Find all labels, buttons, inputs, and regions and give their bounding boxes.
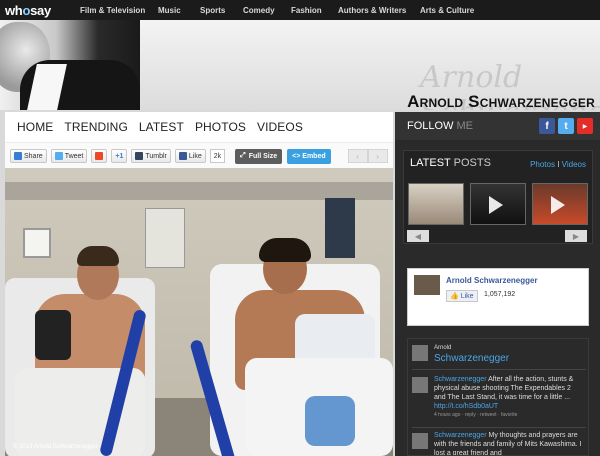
latest-title-bold: LATEST: [410, 157, 451, 169]
tweet-body: Schwarzenegger After all the action, stu…: [434, 375, 584, 420]
tweet-button[interactable]: Tweet: [50, 149, 88, 163]
facebook-like-box-button[interactable]: 👍 Like: [446, 290, 478, 302]
thumbs-up-icon: 👍: [450, 293, 459, 300]
category-nav: Film & Television Music Sports Comedy Fa…: [80, 6, 490, 15]
photo-hair-left: [77, 246, 119, 266]
nav-arts-culture[interactable]: Arts & Culture: [420, 6, 490, 15]
tab-home[interactable]: HOME: [17, 120, 53, 134]
tweet-meta: 4 hours ago · reply · retweet · favorite: [434, 412, 518, 418]
whosay-logo[interactable]: whosay: [0, 3, 80, 18]
main-photo[interactable]: © 2013 Arnold Schwarzenegger: [5, 168, 393, 456]
facebook-like-icon: [178, 152, 187, 160]
share-toolbar: Share Tweet +1 Tumblr Like 2k ⤢ Full Size…: [5, 142, 393, 170]
logo-text: wh: [5, 2, 23, 18]
fb-like-label: Like: [460, 292, 474, 300]
tumblr-button[interactable]: Tumblr: [131, 149, 171, 163]
nav-fashion[interactable]: Fashion: [291, 6, 338, 15]
tweet-handle[interactable]: Schwarzenegger: [434, 376, 487, 383]
logo-text-end: say: [30, 2, 51, 18]
like-label: Like: [188, 152, 202, 160]
tab-trending[interactable]: TRENDING: [64, 120, 127, 134]
facebook-page-name[interactable]: Arnold Schwarzenegger: [446, 276, 538, 285]
banner-name: Arnold Schwarzenegger: [407, 92, 595, 110]
share-icon: [14, 152, 22, 160]
follow-heading: FOLLOW ME: [407, 120, 473, 132]
play-icon: [551, 196, 565, 214]
twitter-icon[interactable]: t: [558, 118, 574, 134]
nav-film-television[interactable]: Film & Television: [80, 6, 158, 15]
tab-videos[interactable]: VIDEOS: [257, 120, 303, 134]
tumblr-label: Tumblr: [145, 152, 167, 160]
google-plus-label: +1: [115, 152, 124, 160]
latest-photos-link[interactable]: Photos: [530, 160, 555, 169]
latest-prev-button[interactable]: ◀: [407, 230, 429, 242]
twitter-name: Arnold: [434, 345, 452, 351]
photo-ice-pack: [305, 396, 355, 446]
tweet-body: Schwarzenegger My thoughts and prayers a…: [434, 431, 584, 455]
share-button[interactable]: Share: [10, 149, 47, 163]
twitter-handle[interactable]: Schwarzenegger: [434, 353, 509, 364]
facebook-like-box: Arnold Schwarzenegger 👍 Like 1,057,192: [407, 268, 589, 326]
photo-equipment: [145, 208, 185, 268]
photo-hair-right: [259, 238, 311, 262]
facebook-avatar[interactable]: [414, 275, 440, 295]
twitter-divider: [412, 369, 586, 370]
logo-accent: o: [22, 2, 31, 18]
top-navigation-bar: whosay Film & Television Music Sports Co…: [0, 0, 600, 20]
facebook-icon[interactable]: f: [539, 118, 555, 134]
nav-authors-writers[interactable]: Authors & Writers: [338, 6, 420, 15]
facebook-like-count: 1,057,192: [484, 291, 516, 298]
photo-arm-sling: [35, 310, 71, 360]
latest-next-button[interactable]: ▶: [565, 230, 587, 242]
latest-separator: I: [557, 160, 560, 169]
play-icon: [489, 196, 503, 214]
banner-portrait: [0, 20, 140, 110]
tab-latest[interactable]: LATEST: [139, 120, 184, 134]
like-count: 2k: [209, 149, 226, 163]
follow-label: FOLLOW: [407, 120, 454, 132]
prev-photo-button[interactable]: ‹: [347, 149, 368, 163]
tweet-link[interactable]: http://t.co/hSdb0aUT: [434, 403, 498, 410]
youtube-icon[interactable]: ▶: [577, 118, 593, 134]
right-sidebar: FOLLOW ME f t ▶ LATEST POSTS Photos I Vi…: [395, 112, 600, 456]
latest-posts-title: LATEST POSTS: [410, 157, 491, 169]
nav-sports[interactable]: Sports: [200, 6, 243, 15]
latest-filter-links: Photos I Videos: [530, 160, 586, 169]
expand-icon: ⤢: [240, 152, 246, 159]
google-plus-button[interactable]: +1: [111, 149, 128, 163]
latest-videos-link[interactable]: Videos: [562, 160, 586, 169]
latest-thumbnail[interactable]: [408, 183, 464, 225]
tumblr-icon: [135, 152, 144, 160]
tweet-label: Tweet: [64, 152, 84, 160]
tab-photos[interactable]: PHOTOS: [195, 120, 246, 134]
nav-comedy[interactable]: Comedy: [243, 6, 291, 15]
twitter-feed: Arnold Schwarzenegger Schwarzenegger Aft…: [407, 338, 589, 456]
section-nav: HOME TRENDING LATEST PHOTOS VIDEOS: [5, 112, 393, 142]
share-label: Share: [24, 152, 43, 160]
nav-music[interactable]: Music: [158, 6, 200, 15]
facebook-like-button[interactable]: Like: [174, 149, 206, 163]
tweet-avatar[interactable]: [412, 433, 428, 449]
follow-bar: FOLLOW ME f t ▶: [395, 112, 600, 140]
profile-banner: Arnold Schwarzenegger Arnold Schwarzeneg…: [0, 20, 600, 110]
next-photo-button[interactable]: ›: [367, 149, 388, 163]
tweet-avatar[interactable]: [412, 377, 428, 393]
twitter-avatar[interactable]: [412, 345, 428, 361]
stumbleupon-button[interactable]: [91, 149, 108, 163]
photo-watermark: © 2013 Arnold Schwarzenegger: [13, 444, 98, 450]
twitter-bird-icon: [54, 152, 63, 160]
embed-button[interactable]: <> Embed: [287, 148, 331, 164]
full-size-label: Full Size: [248, 152, 278, 160]
twitter-divider: [412, 427, 586, 428]
full-size-button[interactable]: ⤢ Full Size: [235, 148, 283, 164]
stumbleupon-icon: [95, 152, 104, 160]
latest-thumbnail[interactable]: [470, 183, 526, 225]
latest-thumbnail[interactable]: [532, 183, 588, 225]
follow-me-label: ME: [456, 120, 474, 132]
tweet-handle[interactable]: Schwarzenegger: [434, 432, 487, 439]
latest-title-thin: POSTS: [453, 157, 491, 169]
